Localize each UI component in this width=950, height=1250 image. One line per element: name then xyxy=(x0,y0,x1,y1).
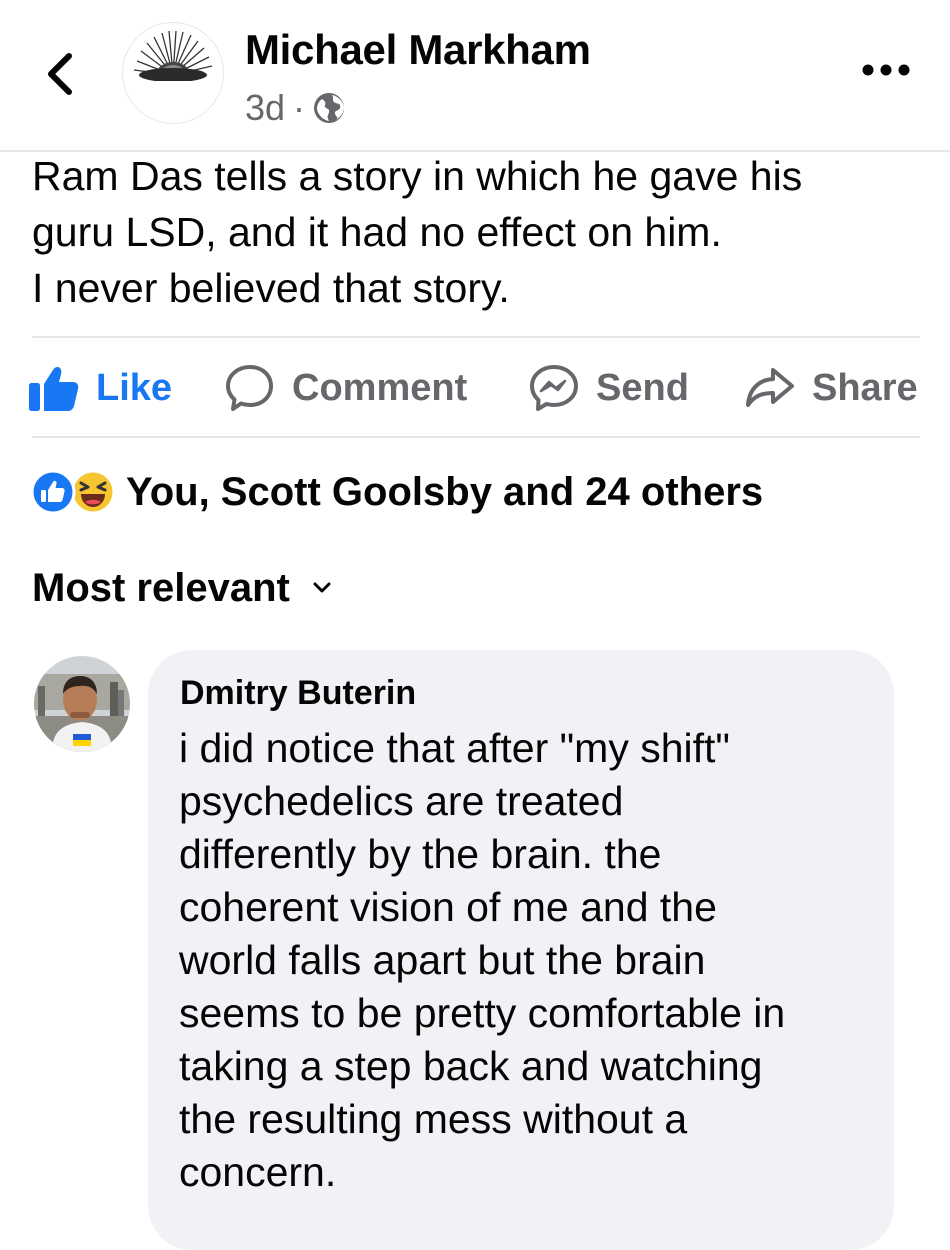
commenter-avatar[interactable] xyxy=(34,656,130,752)
like-reaction-icon xyxy=(30,469,76,515)
post-timestamp[interactable]: 3d xyxy=(245,87,285,129)
comment-body: i did notice that after "my shift" psych… xyxy=(179,722,785,1199)
chevron-left-icon xyxy=(48,53,72,95)
back-button[interactable] xyxy=(36,44,84,104)
share-label: Share xyxy=(812,366,918,409)
reactions-text: You, Scott Goolsby and 24 others xyxy=(126,469,764,514)
send-button[interactable]: Send xyxy=(528,348,689,428)
send-label: Send xyxy=(596,366,689,409)
comment-text-line: coherent vision of me and the xyxy=(179,884,717,930)
post-header: Michael Markham 3d · xyxy=(0,0,950,152)
comment-text-line: differently by the brain. the xyxy=(179,831,662,877)
post-body: Ram Das tells a story in which he gave h… xyxy=(32,148,932,316)
like-button[interactable]: Like xyxy=(28,348,172,428)
share-arrow-icon xyxy=(746,368,794,407)
comment-label: Comment xyxy=(292,366,468,409)
comment-text-line: world falls apart but the brain xyxy=(179,937,706,983)
post-text-line: guru LSD, and it had no effect on him. xyxy=(32,209,722,255)
meta-separator: · xyxy=(293,87,306,128)
comment-text-line: i did notice that after "my shift" xyxy=(179,725,730,771)
comment-text-line: seems to be pretty comfortable in xyxy=(179,990,786,1036)
comment-author[interactable]: Dmitry Buterin xyxy=(180,674,416,713)
author-name[interactable]: Michael Markham xyxy=(245,26,591,74)
divider xyxy=(32,336,920,338)
comment-sort-dropdown[interactable]: Most relevant xyxy=(32,560,332,616)
action-bar: Like Comment Send Share xyxy=(24,348,924,428)
share-button[interactable]: Share xyxy=(744,348,918,428)
post-text-line: Ram Das tells a story in which he gave h… xyxy=(32,153,803,199)
globe-icon[interactable] xyxy=(313,92,345,124)
author-avatar[interactable] xyxy=(122,22,224,124)
comment-text-line: concern. xyxy=(179,1149,337,1195)
like-label: Like xyxy=(96,366,173,409)
comment-button[interactable]: Comment xyxy=(224,348,467,428)
thumbs-up-icon xyxy=(29,367,79,411)
ellipsis-icon xyxy=(862,64,910,76)
sort-label: Most relevant xyxy=(32,565,290,610)
comment-bubble[interactable]: Dmitry Buterin i did notice that after "… xyxy=(148,650,894,1250)
sunburst-logo xyxy=(123,30,223,123)
profile-photo xyxy=(34,656,130,752)
haha-reaction-icon xyxy=(70,469,116,515)
reactions-summary[interactable]: You, Scott Goolsby and 24 others xyxy=(30,464,763,520)
comment-icon xyxy=(226,365,273,411)
messenger-icon xyxy=(530,365,578,411)
comment-text-line: the resulting mess without a xyxy=(179,1096,688,1142)
post-meta: 3d · xyxy=(245,86,345,130)
more-options-button[interactable] xyxy=(856,52,916,88)
chevron-down-icon xyxy=(313,582,331,593)
divider xyxy=(32,436,920,438)
post-text-line: I never believed that story. xyxy=(32,265,510,311)
comment-text-line: taking a step back and watching xyxy=(179,1043,763,1089)
comment-text-line: psychedelics are treated xyxy=(179,778,624,824)
reaction-icons xyxy=(30,466,118,518)
